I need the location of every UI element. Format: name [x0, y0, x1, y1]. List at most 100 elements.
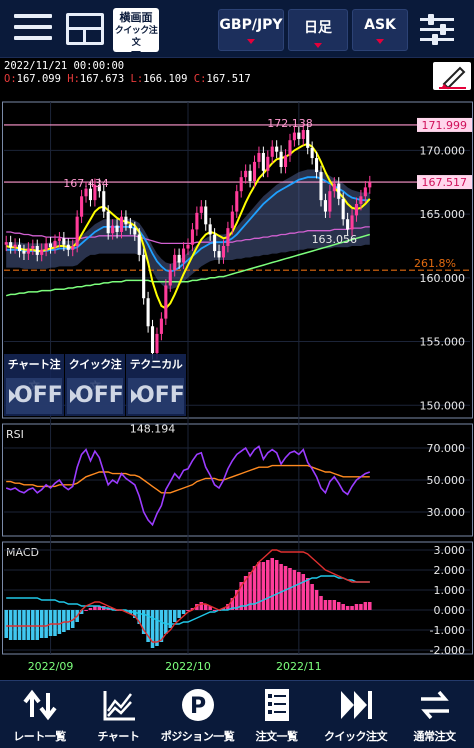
candle-body [164, 285, 168, 319]
quick-order-icon [341, 691, 372, 719]
macd-histogram-bar [274, 560, 279, 610]
candle-body [133, 228, 137, 235]
dropdown-arrow-icon [314, 43, 322, 48]
macd-histogram-bar [168, 610, 173, 628]
candle-body [173, 254, 177, 271]
timeframe-select[interactable]: 日足 [288, 9, 348, 51]
candle-body [177, 254, 181, 263]
layout-grid-icon[interactable] [66, 13, 104, 45]
rsi-axis-tick: 70.000 [427, 442, 466, 455]
candle-body [288, 140, 292, 156]
macd-histogram-bar [53, 610, 57, 636]
sliders-icon[interactable] [420, 14, 454, 45]
candle-body [155, 333, 159, 354]
candle-body [235, 191, 239, 212]
candle-body [310, 147, 314, 159]
menu-icon[interactable] [14, 14, 52, 44]
candle-body [88, 188, 93, 201]
macd-histogram-bar [336, 602, 341, 610]
chart-icon [103, 691, 135, 721]
candle-body [257, 152, 261, 162]
low-annotation: 148.194 [130, 422, 176, 435]
macd-histogram-bar [341, 604, 345, 610]
currency-pair-label: GBP/JPY [219, 17, 283, 33]
candle-body [4, 242, 8, 245]
landscape-quick-order-button[interactable]: 横画面 クイック注文 [113, 8, 159, 57]
candle-body [195, 212, 199, 230]
time-axis-tick: 2022/10 [165, 660, 211, 673]
currency-pair-select[interactable]: GBP/JPY [218, 9, 284, 51]
candle-body [182, 248, 186, 263]
macd-histogram-bar [266, 560, 270, 610]
candle-body [186, 244, 190, 249]
price-axis-tick: 155.000 [420, 336, 466, 349]
nav-position-list[interactable]: P ポジション一覧 [158, 681, 237, 748]
quick-order-toggle[interactable]: クイック注文 OFF [65, 354, 125, 416]
candle-body [328, 191, 332, 212]
macd-histogram-bar [62, 610, 66, 632]
nav-order-list[interactable]: 注文一覧 [237, 681, 316, 748]
candle-body [239, 177, 243, 192]
time-axis-tick: 2022/09 [28, 660, 74, 673]
macd-histogram-bar [26, 610, 31, 640]
candle-body [368, 182, 372, 188]
toggle-label: クイック注文 [68, 358, 122, 393]
candle-body [319, 172, 323, 201]
high-annotation: 172.138 [267, 117, 313, 130]
macd-histogram-bar [13, 610, 17, 640]
macd-axis-tick: -2.000 [430, 644, 465, 657]
nav-chart[interactable]: チャート [79, 681, 158, 748]
candle-body [137, 234, 141, 255]
candle-body [297, 132, 301, 139]
pre-high-annotation: 167.434 [63, 177, 109, 190]
chart-order-toggle[interactable]: チャート注文 OFF [4, 354, 64, 416]
macd-axis-tick: 1.000 [434, 584, 466, 597]
macd-histogram-bar [39, 610, 44, 638]
macd-axis-tick: 0.000 [434, 604, 466, 617]
macd-histogram-bar [363, 602, 368, 610]
candle-body [66, 244, 70, 250]
candle-body [332, 183, 336, 192]
candle-body [270, 146, 274, 157]
candle-body [261, 152, 265, 171]
rsi-axis-tick: 30.000 [427, 506, 466, 519]
macd-histogram-bar [66, 610, 71, 630]
candle-body [350, 215, 354, 230]
candle-body [292, 132, 296, 141]
nav-quick-order[interactable]: クイック注文 [316, 681, 395, 748]
normal-order-icon [421, 690, 449, 720]
price-axis-tick: 160.000 [420, 272, 466, 285]
nav-normal-order[interactable]: 通常注文 [395, 681, 474, 748]
candle-body [252, 161, 257, 181]
mode-button-line2: クイック注文 [114, 26, 158, 48]
nav-rate-list[interactable]: レート一覧 [0, 681, 79, 748]
pen-icon[interactable] [433, 62, 471, 90]
chart-area[interactable]: 170.000 165.000 160.000 155.000 150.000 172.1… [0, 58, 474, 680]
candle-body [306, 130, 310, 148]
candle-body [315, 158, 319, 173]
macd-histogram-bar [261, 562, 266, 610]
nav-label: レート一覧 [13, 730, 66, 743]
candle-body [71, 245, 75, 250]
macd-histogram-bar [181, 610, 186, 614]
fibonacci-label: 261.8% [414, 257, 456, 270]
macd-histogram-bar [301, 574, 306, 610]
candle-body [142, 254, 146, 299]
macd-histogram-bar [31, 610, 35, 640]
bottom-navigation: レート一覧 チャート P ポジション一覧 注文一覧 クイック注文 通常注文 [0, 680, 474, 748]
caret-down-icon [131, 51, 141, 57]
price-side-select[interactable]: ASK [352, 9, 408, 51]
candle-body [111, 225, 115, 234]
order-toggle-panel: チャート注文 OFF クイック注文 OFF テクニカル OFF [4, 354, 186, 416]
price-axis-tick: 165.000 [420, 208, 466, 221]
candle-body [213, 234, 217, 252]
technical-toggle[interactable]: テクニカル OFF [126, 354, 186, 416]
candle-body [190, 229, 194, 245]
candle-body [283, 155, 288, 167]
candle-body [119, 216, 124, 232]
candle-body [115, 225, 119, 232]
nav-label: チャート [97, 730, 140, 743]
macd-histogram-bar [345, 606, 350, 610]
macd-axis-tick: 2.000 [434, 564, 466, 577]
nav-label: 通常注文 [413, 730, 457, 743]
